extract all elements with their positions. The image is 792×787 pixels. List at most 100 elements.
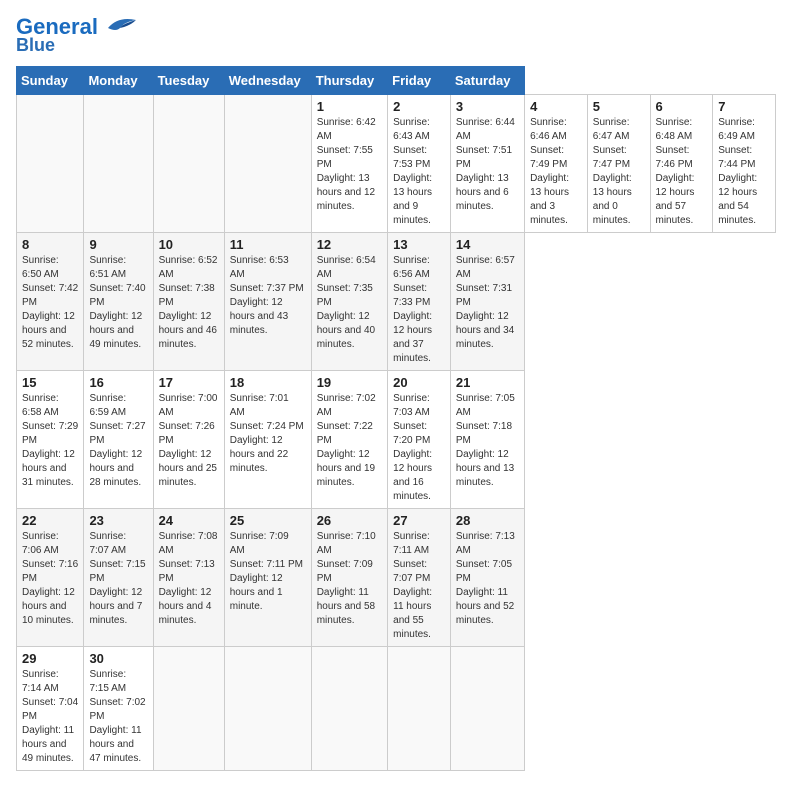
sunrise-text: Sunrise: 7:05 AM	[456, 393, 515, 418]
calendar-cell: 9 Sunrise: 6:51 AM Sunset: 7:40 PM Dayli…	[84, 233, 153, 371]
sunset-text: Sunset: 7:38 PM	[159, 283, 215, 308]
daylight-text: Daylight: 12 hours and 1 minute.	[230, 573, 283, 612]
calendar-week-1: 1 Sunrise: 6:42 AM Sunset: 7:55 PM Dayli…	[17, 95, 776, 233]
calendar-cell	[388, 647, 451, 771]
day-number: 16	[89, 375, 147, 390]
sunset-text: Sunset: 7:07 PM	[393, 559, 430, 584]
day-info: Sunrise: 6:50 AM Sunset: 7:42 PM Dayligh…	[22, 254, 78, 352]
day-number: 9	[89, 237, 147, 252]
day-info: Sunrise: 6:48 AM Sunset: 7:46 PM Dayligh…	[656, 116, 708, 228]
day-number: 13	[393, 237, 445, 252]
sunset-text: Sunset: 7:37 PM	[230, 283, 304, 294]
sunrise-text: Sunrise: 6:51 AM	[89, 255, 126, 280]
sunset-text: Sunset: 7:24 PM	[230, 421, 304, 432]
day-number: 28	[456, 513, 519, 528]
day-number: 20	[393, 375, 445, 390]
sunrise-text: Sunrise: 7:03 AM	[393, 393, 430, 418]
day-number: 8	[22, 237, 78, 252]
sunrise-text: Sunrise: 6:57 AM	[456, 255, 515, 280]
day-info: Sunrise: 7:15 AM Sunset: 7:02 PM Dayligh…	[89, 668, 147, 766]
daylight-text: Daylight: 12 hours and 40 minutes.	[317, 311, 375, 350]
daylight-text: Daylight: 12 hours and 28 minutes.	[89, 449, 142, 488]
calendar-header-monday: Monday	[84, 67, 153, 95]
daylight-text: Daylight: 12 hours and 25 minutes.	[159, 449, 217, 488]
logo-blue-text: Blue	[16, 36, 55, 54]
sunrise-text: Sunrise: 7:11 AM	[393, 531, 430, 556]
daylight-text: Daylight: 12 hours and 22 minutes.	[230, 435, 288, 474]
calendar-cell: 28 Sunrise: 7:13 AM Sunset: 7:05 PM Dayl…	[450, 509, 524, 647]
logo: General Blue	[16, 16, 136, 54]
calendar-cell: 12 Sunrise: 6:54 AM Sunset: 7:35 PM Dayl…	[311, 233, 387, 371]
calendar-cell: 7 Sunrise: 6:49 AM Sunset: 7:44 PM Dayli…	[713, 95, 776, 233]
sunset-text: Sunset: 7:11 PM	[230, 559, 303, 570]
daylight-text: Daylight: 13 hours and 0 minutes.	[593, 173, 632, 226]
day-info: Sunrise: 6:54 AM Sunset: 7:35 PM Dayligh…	[317, 254, 382, 352]
daylight-text: Daylight: 12 hours and 16 minutes.	[393, 449, 432, 502]
calendar-cell: 5 Sunrise: 6:47 AM Sunset: 7:47 PM Dayli…	[587, 95, 650, 233]
daylight-text: Daylight: 12 hours and 49 minutes.	[89, 311, 142, 350]
day-number: 21	[456, 375, 519, 390]
sunset-text: Sunset: 7:20 PM	[393, 421, 430, 446]
sunrise-text: Sunrise: 7:07 AM	[89, 531, 126, 556]
calendar-header-wednesday: Wednesday	[224, 67, 311, 95]
sunrise-text: Sunrise: 7:01 AM	[230, 393, 289, 418]
day-info: Sunrise: 6:42 AM Sunset: 7:55 PM Dayligh…	[317, 116, 382, 214]
day-info: Sunrise: 6:51 AM Sunset: 7:40 PM Dayligh…	[89, 254, 147, 352]
sunrise-text: Sunrise: 6:44 AM	[456, 117, 515, 142]
calendar-cell	[224, 647, 311, 771]
sunset-text: Sunset: 7:53 PM	[393, 145, 430, 170]
sunrise-text: Sunrise: 7:14 AM	[22, 669, 59, 694]
sunset-text: Sunset: 7:22 PM	[317, 421, 373, 446]
daylight-text: Daylight: 12 hours and 31 minutes.	[22, 449, 75, 488]
day-info: Sunrise: 7:10 AM Sunset: 7:09 PM Dayligh…	[317, 530, 382, 628]
sunset-text: Sunset: 7:51 PM	[456, 145, 512, 170]
day-info: Sunrise: 6:46 AM Sunset: 7:49 PM Dayligh…	[530, 116, 582, 228]
daylight-text: Daylight: 13 hours and 12 minutes.	[317, 173, 375, 212]
calendar-header-sunday: Sunday	[17, 67, 84, 95]
sunset-text: Sunset: 7:18 PM	[456, 421, 512, 446]
day-info: Sunrise: 7:13 AM Sunset: 7:05 PM Dayligh…	[456, 530, 519, 628]
calendar-cell: 14 Sunrise: 6:57 AM Sunset: 7:31 PM Dayl…	[450, 233, 524, 371]
day-number: 17	[159, 375, 219, 390]
day-info: Sunrise: 6:47 AM Sunset: 7:47 PM Dayligh…	[593, 116, 645, 228]
day-info: Sunrise: 7:03 AM Sunset: 7:20 PM Dayligh…	[393, 392, 445, 504]
day-info: Sunrise: 6:52 AM Sunset: 7:38 PM Dayligh…	[159, 254, 219, 352]
day-info: Sunrise: 7:06 AM Sunset: 7:16 PM Dayligh…	[22, 530, 78, 628]
day-number: 24	[159, 513, 219, 528]
calendar-week-4: 22 Sunrise: 7:06 AM Sunset: 7:16 PM Dayl…	[17, 509, 776, 647]
calendar-header-thursday: Thursday	[311, 67, 387, 95]
day-info: Sunrise: 6:43 AM Sunset: 7:53 PM Dayligh…	[393, 116, 445, 228]
sunrise-text: Sunrise: 7:10 AM	[317, 531, 376, 556]
sunrise-text: Sunrise: 7:13 AM	[456, 531, 515, 556]
day-number: 6	[656, 99, 708, 114]
day-number: 18	[230, 375, 306, 390]
sunset-text: Sunset: 7:33 PM	[393, 283, 430, 308]
sunset-text: Sunset: 7:02 PM	[89, 697, 145, 722]
calendar-cell: 29 Sunrise: 7:14 AM Sunset: 7:04 PM Dayl…	[17, 647, 84, 771]
sunset-text: Sunset: 7:05 PM	[456, 559, 512, 584]
sunrise-text: Sunrise: 6:54 AM	[317, 255, 376, 280]
daylight-text: Daylight: 12 hours and 19 minutes.	[317, 449, 375, 488]
daylight-text: Daylight: 12 hours and 13 minutes.	[456, 449, 514, 488]
daylight-text: Daylight: 11 hours and 55 minutes.	[393, 587, 432, 640]
calendar-cell: 27 Sunrise: 7:11 AM Sunset: 7:07 PM Dayl…	[388, 509, 451, 647]
calendar-cell: 23 Sunrise: 7:07 AM Sunset: 7:15 PM Dayl…	[84, 509, 153, 647]
daylight-text: Daylight: 12 hours and 46 minutes.	[159, 311, 217, 350]
sunset-text: Sunset: 7:27 PM	[89, 421, 145, 446]
day-number: 12	[317, 237, 382, 252]
day-info: Sunrise: 7:05 AM Sunset: 7:18 PM Dayligh…	[456, 392, 519, 490]
calendar-cell: 1 Sunrise: 6:42 AM Sunset: 7:55 PM Dayli…	[311, 95, 387, 233]
daylight-text: Daylight: 11 hours and 52 minutes.	[456, 587, 514, 626]
calendar-cell	[84, 95, 153, 233]
day-info: Sunrise: 6:57 AM Sunset: 7:31 PM Dayligh…	[456, 254, 519, 352]
day-info: Sunrise: 7:08 AM Sunset: 7:13 PM Dayligh…	[159, 530, 219, 628]
logo-bird-icon	[100, 14, 136, 36]
calendar-cell: 26 Sunrise: 7:10 AM Sunset: 7:09 PM Dayl…	[311, 509, 387, 647]
calendar-cell	[224, 95, 311, 233]
day-number: 30	[89, 651, 147, 666]
calendar-week-3: 15 Sunrise: 6:58 AM Sunset: 7:29 PM Dayl…	[17, 371, 776, 509]
sunrise-text: Sunrise: 6:58 AM	[22, 393, 59, 418]
daylight-text: Daylight: 12 hours and 52 minutes.	[22, 311, 75, 350]
calendar-cell	[311, 647, 387, 771]
day-number: 14	[456, 237, 519, 252]
